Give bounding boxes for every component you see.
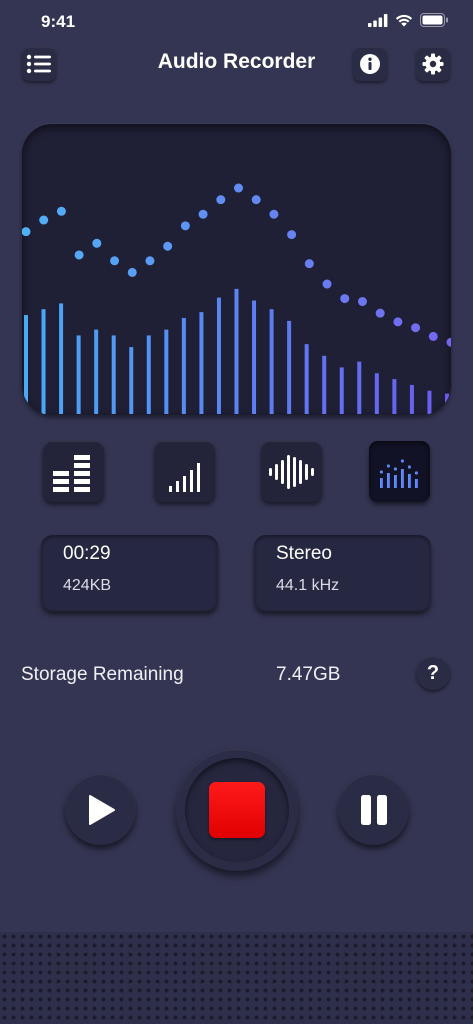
spectrum-bar bbox=[146, 335, 151, 414]
waveform-icon bbox=[268, 454, 314, 489]
spectrum-bar bbox=[374, 373, 379, 414]
spectrum-bar bbox=[199, 312, 204, 414]
status-time: 9:41 bbox=[41, 12, 76, 31]
spectrum-bar bbox=[427, 390, 432, 414]
spectrum-bar bbox=[339, 367, 344, 414]
spectrum-bar bbox=[392, 379, 397, 414]
spectrum-peak-dot bbox=[56, 206, 66, 216]
info-icon bbox=[360, 54, 380, 74]
spectrum-peak-dot bbox=[180, 221, 190, 231]
spectrum-peak-dot bbox=[163, 241, 173, 251]
equalizer-bars-icon bbox=[52, 454, 90, 492]
status-icons bbox=[368, 13, 449, 27]
spectrum-peak-dot bbox=[92, 238, 102, 248]
spectrum-peak-dot bbox=[340, 294, 350, 304]
spectrum-peak-dot bbox=[322, 279, 332, 289]
channel-mode: Stereo bbox=[276, 543, 332, 564]
spectrum-peak-dot bbox=[145, 256, 155, 266]
spectrum-bar bbox=[24, 315, 28, 414]
cellular-signal-icon bbox=[368, 13, 388, 27]
spectrum-bar bbox=[164, 329, 169, 414]
spectrum-bar bbox=[41, 309, 46, 414]
spectrum-peak-dot bbox=[251, 195, 261, 205]
spectrum-bar bbox=[76, 335, 81, 414]
play-icon bbox=[88, 794, 115, 825]
audio-visualizer bbox=[22, 124, 451, 415]
spectrum-peak-dot bbox=[127, 267, 137, 277]
spectrum-bar bbox=[445, 393, 449, 414]
info-button[interactable] bbox=[353, 47, 387, 81]
signal-strength-icon bbox=[168, 462, 200, 492]
recording-info-card: 00:29 424KB bbox=[41, 535, 218, 611]
spectrum-bar bbox=[252, 300, 257, 414]
spectrum-bar bbox=[181, 317, 186, 414]
spectrum-peak-dot bbox=[110, 256, 120, 266]
app-title: Audio Recorder bbox=[157, 50, 316, 73]
stop-button[interactable] bbox=[176, 749, 298, 871]
spectrum-peak-dot bbox=[22, 227, 31, 237]
spectrum-peak-dot bbox=[234, 183, 243, 193]
spectrum-peak-dot bbox=[375, 308, 385, 318]
pause-icon bbox=[360, 794, 387, 825]
spectrum-peak-dot bbox=[393, 317, 403, 327]
spectrum-bar bbox=[287, 320, 292, 414]
spectrum-mode-button[interactable] bbox=[369, 441, 430, 502]
storage-value: 7.47GB bbox=[276, 664, 341, 685]
spectrum-peak-dot bbox=[287, 230, 297, 240]
spectrum-bar bbox=[94, 329, 99, 414]
wifi-icon bbox=[395, 14, 413, 27]
spectrum-dots-icon bbox=[379, 458, 418, 488]
pause-button[interactable] bbox=[338, 774, 409, 845]
battery-icon bbox=[420, 13, 448, 27]
stop-button-well bbox=[185, 758, 289, 862]
bars-mode-button[interactable] bbox=[43, 441, 104, 502]
spectrum-bar bbox=[357, 361, 362, 414]
settings-button[interactable] bbox=[416, 47, 450, 81]
spectrum-peak-dot bbox=[74, 250, 84, 260]
spectrum-graph bbox=[22, 183, 451, 414]
audio-format-card: Stereo 44.1 kHz bbox=[254, 535, 431, 611]
spectrum-peak-dot bbox=[216, 195, 226, 205]
spectrum-peak-dot bbox=[411, 323, 421, 333]
help-icon: ? bbox=[426, 661, 440, 684]
speaker-grill bbox=[0, 932, 473, 1024]
spectrum-peak-dot bbox=[304, 259, 314, 269]
spectrum-peak-dot bbox=[357, 297, 367, 307]
spectrum-bar bbox=[304, 344, 309, 414]
spectrum-peak-dot bbox=[428, 331, 438, 341]
spectrum-bar bbox=[269, 309, 274, 414]
spectrum-peak-dot bbox=[446, 337, 451, 347]
spectrum-bar bbox=[322, 355, 327, 414]
spectrum-peak-dot bbox=[198, 209, 208, 219]
spectrum-bar bbox=[216, 297, 221, 414]
storage-label: Storage Remaining bbox=[21, 664, 184, 685]
waveform-mode-button[interactable] bbox=[261, 441, 322, 502]
gear-icon bbox=[422, 53, 444, 75]
spectrum-bar bbox=[234, 288, 239, 414]
recording-size: 424KB bbox=[63, 577, 112, 594]
stop-icon bbox=[209, 782, 265, 838]
spectrum-bar bbox=[409, 384, 414, 414]
spectrum-bar bbox=[129, 347, 134, 414]
sample-rate: 44.1 kHz bbox=[276, 577, 340, 594]
status-bar: 9:41 bbox=[0, 0, 473, 44]
spectrum-bar bbox=[59, 303, 64, 414]
spectrum-bar bbox=[111, 335, 116, 414]
spectrum-peak-dot bbox=[269, 209, 279, 219]
play-button[interactable] bbox=[65, 774, 136, 845]
help-button[interactable]: ? bbox=[416, 656, 450, 690]
spectrum-peak-dot bbox=[39, 215, 49, 225]
signal-mode-button[interactable] bbox=[154, 441, 215, 502]
recording-duration: 00:29 bbox=[63, 543, 111, 564]
